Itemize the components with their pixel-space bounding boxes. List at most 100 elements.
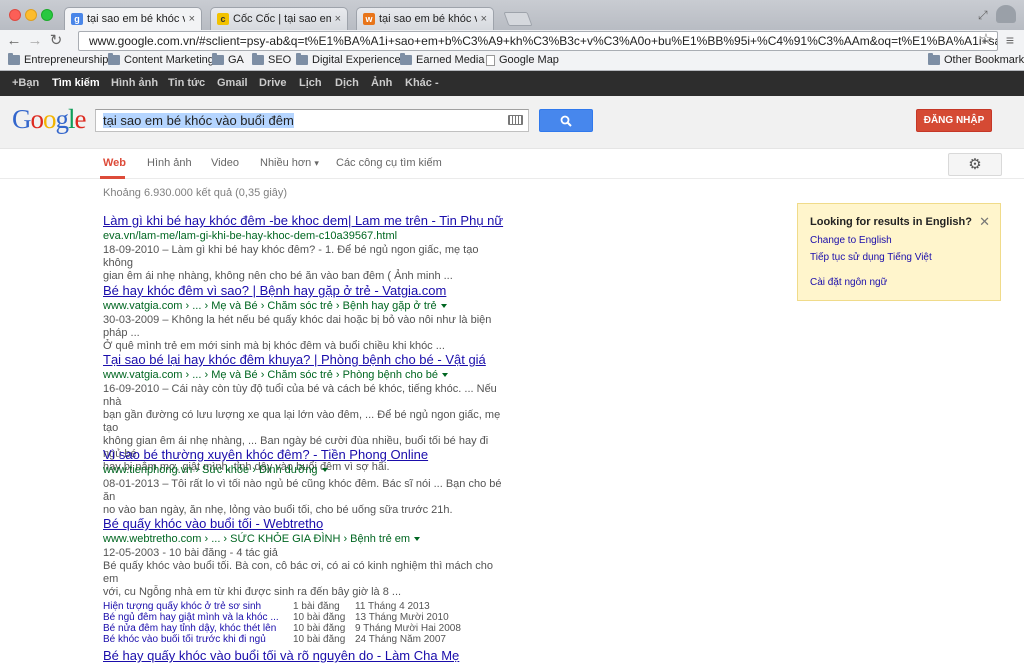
logo-letter: e xyxy=(74,104,87,134)
sublink-row: Bé nửa đêm hay tỉnh dậy, khóc thét lên 10… xyxy=(103,623,503,634)
sublinks-table: Hiện tượng quấy khóc ở trẻ sơ sinh 1 bài … xyxy=(103,601,503,645)
magnifier-icon xyxy=(560,115,572,127)
search-result: Bé quấy khóc vào buổi tối - Webtretho ww… xyxy=(103,516,503,645)
bookmark-folder[interactable]: Entrepreneurship xyxy=(8,53,108,66)
gear-icon: ⚙ xyxy=(968,156,982,173)
url-dropdown-icon[interactable] xyxy=(321,468,328,473)
gbar-drive[interactable]: Drive xyxy=(259,77,287,89)
sign-in-button[interactable]: ĐĂNG NHẬP xyxy=(916,109,992,132)
tab-title: tại sao em bé khóc vào buổi xyxy=(379,13,477,25)
forward-arrow-icon[interactable]: → xyxy=(26,32,44,50)
new-tab-button[interactable] xyxy=(503,12,533,26)
search-result: Làm gì khi bé hay khóc đêm -be khoc dem|… xyxy=(103,213,503,283)
result-title-link[interactable]: Tại sao bé lại hay khóc đêm khuya? | Phò… xyxy=(103,352,503,368)
url-dropdown-icon[interactable] xyxy=(414,537,421,542)
coccoc-favicon-icon: c xyxy=(217,13,229,25)
logo-letter: G xyxy=(12,104,31,134)
folder-icon xyxy=(8,53,20,65)
result-snippet-line: Bé quấy khóc vào buổi tối. Bà con, cô bá… xyxy=(103,560,493,585)
tab-more[interactable]: Nhiều hơn ▾ xyxy=(260,157,319,169)
search-input[interactable]: tại sao em bé khóc vào buổi đêm xyxy=(95,109,529,132)
sublink-posts: 10 bài đăng xyxy=(293,634,346,645)
gbar-photos[interactable]: Ảnh xyxy=(371,77,392,89)
bookmark-link[interactable]: Google Map xyxy=(486,54,559,66)
tab-close-icon[interactable]: × xyxy=(335,13,341,25)
result-title-link[interactable]: Làm gì khi bé hay khóc đêm -be khoc dem|… xyxy=(103,213,503,229)
result-title-link[interactable]: Bé hay quấy khóc vào buổi tối và rõ nguy… xyxy=(103,648,503,664)
folder-icon xyxy=(252,53,264,65)
url-dropdown-icon[interactable] xyxy=(440,304,447,309)
minimize-window-button[interactable] xyxy=(25,9,37,21)
menu-icon[interactable]: ≡ xyxy=(1001,31,1019,49)
bookmark-label: Other Bookmarks xyxy=(944,54,1024,66)
sublink-title[interactable]: Bé ngủ đêm hay giật mình và la khóc ... xyxy=(103,612,293,623)
browser-tab[interactable]: g tại sao em bé khóc vào buổi × xyxy=(64,7,202,30)
keep-vietnamese-link[interactable]: Tiếp tục sử dụng Tiếng Việt xyxy=(810,252,932,263)
result-snippet-line: 08-01-2013 – Tôi rất lo vì tối nào ngủ b… xyxy=(103,478,502,503)
tab-title: Cốc Cốc | tại sao em bé khó xyxy=(233,13,331,25)
result-snippet-line: 16-09-2010 – Cái này còn tùy độ tuổi của… xyxy=(103,383,497,408)
tab-web[interactable]: Web xyxy=(103,157,126,169)
bookmark-folder[interactable]: SEO xyxy=(252,53,291,66)
gbar-plus-you[interactable]: +Bạn xyxy=(12,77,39,89)
language-settings-link[interactable]: Cài đặt ngôn ngữ xyxy=(810,277,887,288)
search-button[interactable] xyxy=(539,109,593,132)
result-url: www.webtretho.com › ... › SỨC KHỎE GIA Đ… xyxy=(103,532,503,546)
dropdown-arrow-icon: ▾ xyxy=(314,158,319,168)
sublink-title[interactable]: Bé khóc vào buổi tối trước khi đi ngủ xyxy=(103,634,293,645)
result-url: www.vatgia.com › ... › Mẹ và Bé › Chăm s… xyxy=(103,299,503,313)
bookmark-label: Google Map xyxy=(499,54,559,66)
url-dropdown-icon[interactable] xyxy=(442,373,449,378)
result-title-link[interactable]: Bé hay khóc đêm vì sao? | Bệnh hay gặp ở… xyxy=(103,283,503,299)
bookmark-label: Content Marketing xyxy=(124,54,214,66)
browser-tab[interactable]: w tại sao em bé khóc vào buổi × xyxy=(356,7,494,30)
reload-icon[interactable]: ↻ xyxy=(47,32,65,50)
result-title-link[interactable]: Vì sao bé thường xuyên khóc đêm? - Tiền … xyxy=(103,447,503,463)
search-tools-bar: Web Hình ảnh Video Nhiều hơn ▾ Các công … xyxy=(0,149,1024,179)
other-bookmarks-folder[interactable]: Other Bookmarks xyxy=(928,53,1024,66)
fullscreen-icon[interactable]: ⤢ xyxy=(978,8,988,23)
result-url: www.tienphong.vn › Sức khỏe › Dinh dưỡng xyxy=(103,463,503,477)
gbar-translate[interactable]: Dịch xyxy=(335,77,359,89)
gbar-calendar[interactable]: Lịch xyxy=(299,77,322,89)
settings-gear-button[interactable]: ⚙ xyxy=(948,153,1002,176)
back-arrow-icon[interactable]: ← xyxy=(5,32,23,50)
close-window-button[interactable] xyxy=(9,9,21,21)
folder-icon xyxy=(296,53,308,65)
logo-letter: o xyxy=(43,104,56,134)
tab-images[interactable]: Hình ảnh xyxy=(147,157,192,169)
bookmark-folder[interactable]: Content Marketing xyxy=(108,53,214,66)
gbar-gmail[interactable]: Gmail xyxy=(217,77,248,89)
browser-tab[interactable]: c Cốc Cốc | tại sao em bé khó × xyxy=(210,7,348,30)
sublink-title[interactable]: Bé nửa đêm hay tỉnh dậy, khóc thét lên xyxy=(103,623,293,634)
sublink-row: Bé ngủ đêm hay giật mình và la khóc ... 1… xyxy=(103,612,503,623)
sublink-row: Bé khóc vào buổi tối trước khi đi ngủ 10 … xyxy=(103,634,503,645)
tab-close-icon[interactable]: × xyxy=(481,13,487,25)
search-result: Bé hay khóc đêm vì sao? | Bệnh hay gặp ở… xyxy=(103,283,503,353)
logo-letter: o xyxy=(30,104,44,134)
search-result: Vì sao bé thường xuyên khóc đêm? - Tiền … xyxy=(103,447,503,517)
keyboard-icon[interactable] xyxy=(508,115,523,125)
bookmark-star-icon[interactable]: ☆ xyxy=(977,31,995,49)
bookmark-folder[interactable]: Earned Media xyxy=(400,53,485,66)
result-snippet-line: 12-05-2003 - 10 bài đăng - 4 tác giả xyxy=(103,547,278,559)
bookmark-folder[interactable]: Digital Experience xyxy=(296,53,401,66)
tab-search-tools[interactable]: Các công cụ tìm kiếm xyxy=(336,157,442,169)
bookmark-folder[interactable]: GA xyxy=(212,53,244,66)
change-to-english-link[interactable]: Change to English xyxy=(810,235,892,246)
tab-video[interactable]: Video xyxy=(211,157,239,169)
address-bar[interactable]: www.google.com.vn/#sclient=psy-ab&q=t%E1… xyxy=(78,31,998,51)
result-title-link[interactable]: Bé quấy khóc vào buổi tối - Webtretho xyxy=(103,516,503,532)
gbar-news[interactable]: Tin tức xyxy=(168,77,205,89)
close-icon[interactable]: ✕ xyxy=(979,214,990,230)
google-logo[interactable]: Google xyxy=(12,104,86,135)
zoom-window-button[interactable] xyxy=(41,9,53,21)
browser-chrome: g tại sao em bé khóc vào buổi × c Cốc Cố… xyxy=(0,0,1024,71)
webtretho-favicon-icon: w xyxy=(363,13,375,25)
gbar-more[interactable]: Khác - xyxy=(405,77,439,89)
sublink-title[interactable]: Hiện tượng quấy khóc ở trẻ sơ sinh xyxy=(103,601,293,612)
gbar-search[interactable]: Tìm kiếm xyxy=(52,77,100,89)
gbar-images[interactable]: Hình ảnh xyxy=(111,77,158,89)
bookmark-label: GA xyxy=(228,54,244,66)
tab-close-icon[interactable]: × xyxy=(189,13,195,25)
